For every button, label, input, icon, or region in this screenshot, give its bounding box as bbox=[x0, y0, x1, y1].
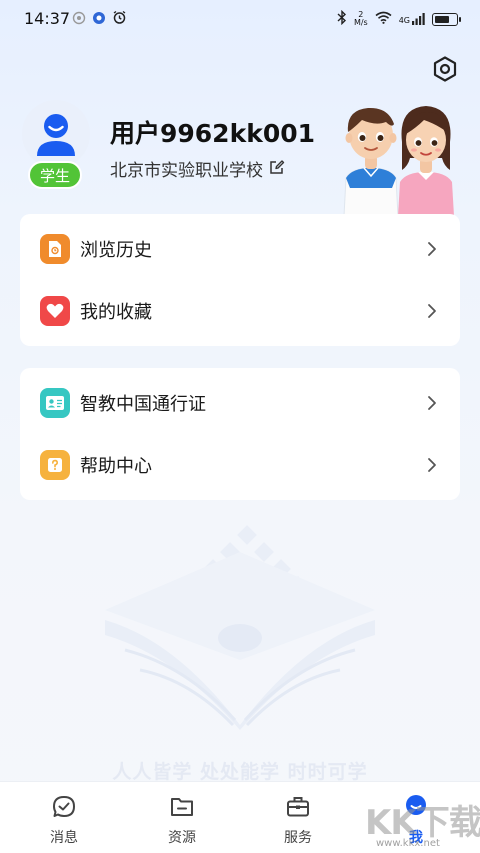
cellular-icon: 4G bbox=[399, 13, 425, 25]
school-row[interactable]: 北京市实验职业学校 bbox=[110, 156, 285, 181]
menu-label-favorites: 我的收藏 bbox=[80, 302, 152, 323]
menu-label-passport: 智教中国通行证 bbox=[80, 394, 206, 415]
network-type: 4G bbox=[398, 16, 410, 25]
question-icon bbox=[40, 450, 70, 480]
menu-item-help-center[interactable]: 帮助中心 bbox=[20, 434, 460, 496]
tab-resources[interactable]: 资源 bbox=[122, 782, 242, 853]
students-illustration bbox=[332, 98, 460, 217]
tab-label-messages: 消息 bbox=[50, 830, 78, 846]
site-watermark-url: www.kkx.net bbox=[376, 838, 440, 849]
menu-item-passport[interactable]: 智教中国通行证 bbox=[20, 372, 460, 434]
settings-hex-icon bbox=[431, 55, 459, 87]
edit-icon[interactable] bbox=[269, 159, 285, 179]
status-right: 2 M/s 4G bbox=[337, 9, 461, 28]
status-time: 14:37 bbox=[24, 9, 71, 28]
boy-figure bbox=[343, 107, 399, 217]
net-speed: 2 M/s bbox=[354, 11, 368, 27]
site-watermark: KK下载 bbox=[365, 803, 480, 843]
username: 用户9962kk001 bbox=[110, 119, 316, 148]
role-badge: 学生 bbox=[28, 161, 82, 189]
document-icon bbox=[40, 234, 70, 264]
settings-button[interactable] bbox=[428, 54, 462, 88]
status-bar: 14:37 2 M/s 4G bbox=[0, 0, 480, 36]
menu-label-browse-history: 浏览历史 bbox=[80, 240, 152, 261]
girl-figure bbox=[398, 106, 454, 216]
battery-level bbox=[435, 15, 449, 23]
heart-icon bbox=[40, 296, 70, 326]
menu-card-services: 智教中国通行证 帮助中心 bbox=[20, 368, 460, 500]
chevron-right-icon bbox=[426, 303, 438, 319]
status-notification-icons bbox=[72, 10, 127, 29]
battery-icon bbox=[432, 12, 461, 26]
slogan: 人人皆学 处处能学 时时可学 bbox=[112, 761, 368, 783]
id-card-icon bbox=[40, 388, 70, 418]
menu-label-help-center: 帮助中心 bbox=[80, 456, 152, 477]
user-avatar-icon bbox=[37, 114, 75, 156]
tab-messages[interactable]: 消息 bbox=[4, 782, 124, 853]
bluetooth-icon bbox=[337, 9, 347, 28]
tab-label-resources: 资源 bbox=[168, 830, 196, 846]
avatar[interactable] bbox=[22, 100, 90, 168]
menu-item-browse-history[interactable]: 浏览历史 bbox=[20, 218, 460, 280]
briefcase-icon bbox=[285, 794, 311, 820]
folder-icon bbox=[169, 794, 195, 820]
chevron-right-icon bbox=[426, 395, 438, 411]
chevron-right-icon bbox=[426, 241, 438, 257]
menu-card-personal: 浏览历史 我的收藏 bbox=[20, 214, 460, 346]
book-background-illustration bbox=[95, 520, 385, 730]
wifi-icon bbox=[375, 11, 392, 27]
chevron-right-icon bbox=[426, 457, 438, 473]
school-name: 北京市实验职业学校 bbox=[110, 161, 263, 181]
net-speed-unit: M/s bbox=[353, 18, 368, 27]
browser-notification-icon bbox=[92, 10, 106, 29]
app-notification-icon bbox=[72, 10, 86, 29]
message-icon bbox=[51, 794, 77, 820]
alarm-icon bbox=[112, 10, 127, 29]
menu-item-favorites[interactable]: 我的收藏 bbox=[20, 280, 460, 342]
tab-label-services: 服务 bbox=[284, 830, 312, 846]
tab-services[interactable]: 服务 bbox=[238, 782, 358, 853]
